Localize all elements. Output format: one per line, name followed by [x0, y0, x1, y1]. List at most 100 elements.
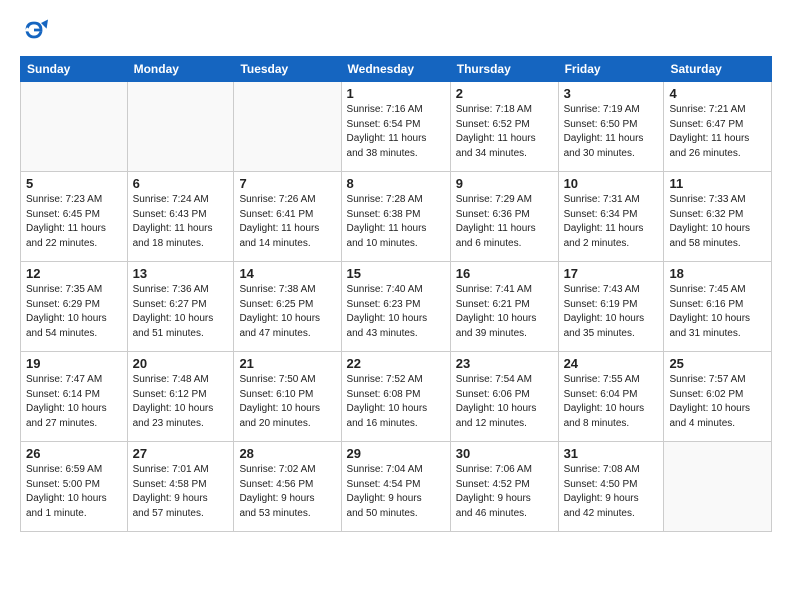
calendar-cell: 21 Sunrise: 7:50 AM Sunset: 6:10 PM Dayli… [234, 352, 341, 442]
calendar-cell: 14 Sunrise: 7:38 AM Sunset: 6:25 PM Dayli… [234, 262, 341, 352]
day-info: Sunrise: 7:54 AM Sunset: 6:06 PM Dayligh… [456, 373, 553, 431]
day-number: 27 [133, 446, 229, 461]
calendar-table: SundayMondayTuesdayWednesdayThursdayFrid… [20, 56, 772, 532]
day-info: Sunrise: 7:18 AM Sunset: 6:52 PM Dayligh… [456, 103, 553, 161]
calendar-cell: 5Sunrise: 7:23 AM Sunset: 6:45 PM Daylig… [21, 172, 128, 262]
calendar-cell: 27 Sunrise: 7:01 AM Sunset: 4:58 PM Dayli… [127, 442, 234, 532]
calendar-cell: 13 Sunrise: 7:36 AM Sunset: 6:27 PM Dayli… [127, 262, 234, 352]
day-info: Sunrise: 7:06 AM Sunset: 4:52 PM Dayligh… [456, 463, 553, 521]
calendar-cell: 16 Sunrise: 7:41 AM Sunset: 6:21 PM Dayli… [450, 262, 558, 352]
day-info: Sunrise: 7:28 AM Sunset: 6:38 PM Dayligh… [347, 193, 445, 251]
weekday-header-friday: Friday [558, 57, 664, 82]
calendar-cell [21, 82, 128, 172]
day-number: 17 [564, 266, 659, 281]
calendar-cell: 26Sunrise: 6:59 AM Sunset: 5:00 PM Dayli… [21, 442, 128, 532]
day-info: Sunrise: 7:24 AM Sunset: 6:43 PM Dayligh… [133, 193, 229, 251]
calendar-cell [234, 82, 341, 172]
calendar-cell [664, 442, 772, 532]
calendar-cell: 1 Sunrise: 7:16 AM Sunset: 6:54 PM Daylig… [341, 82, 450, 172]
weekday-header-tuesday: Tuesday [234, 57, 341, 82]
week-row-3: 12Sunrise: 7:35 AM Sunset: 6:29 PM Dayli… [21, 262, 772, 352]
day-number: 28 [239, 446, 335, 461]
calendar-cell: 12Sunrise: 7:35 AM Sunset: 6:29 PM Dayli… [21, 262, 128, 352]
calendar-cell: 25Sunrise: 7:57 AM Sunset: 6:02 PM Dayli… [664, 352, 772, 442]
header [20, 16, 772, 44]
day-number: 7 [239, 176, 335, 191]
day-info: Sunrise: 7:29 AM Sunset: 6:36 PM Dayligh… [456, 193, 553, 251]
day-number: 20 [133, 356, 229, 371]
day-info: Sunrise: 7:19 AM Sunset: 6:50 PM Dayligh… [564, 103, 659, 161]
calendar-cell: 31 Sunrise: 7:08 AM Sunset: 4:50 PM Dayli… [558, 442, 664, 532]
day-number: 25 [669, 356, 766, 371]
day-number: 26 [26, 446, 122, 461]
calendar-cell: 10Sunrise: 7:31 AM Sunset: 6:34 PM Dayli… [558, 172, 664, 262]
day-info: Sunrise: 7:33 AM Sunset: 6:32 PM Dayligh… [669, 193, 766, 251]
day-info: Sunrise: 7:48 AM Sunset: 6:12 PM Dayligh… [133, 373, 229, 431]
logo [20, 16, 50, 44]
day-number: 31 [564, 446, 659, 461]
calendar-cell: 30Sunrise: 7:06 AM Sunset: 4:52 PM Dayli… [450, 442, 558, 532]
day-info: Sunrise: 7:26 AM Sunset: 6:41 PM Dayligh… [239, 193, 335, 251]
day-info: Sunrise: 7:08 AM Sunset: 4:50 PM Dayligh… [564, 463, 659, 521]
day-number: 4 [669, 86, 766, 101]
day-number: 22 [347, 356, 445, 371]
day-number: 1 [347, 86, 445, 101]
day-info: Sunrise: 7:38 AM Sunset: 6:25 PM Dayligh… [239, 283, 335, 341]
day-info: Sunrise: 7:47 AM Sunset: 6:14 PM Dayligh… [26, 373, 122, 431]
weekday-header-monday: Monday [127, 57, 234, 82]
day-info: Sunrise: 7:50 AM Sunset: 6:10 PM Dayligh… [239, 373, 335, 431]
calendar-cell [127, 82, 234, 172]
day-info: Sunrise: 7:04 AM Sunset: 4:54 PM Dayligh… [347, 463, 445, 521]
calendar-cell: 9 Sunrise: 7:29 AM Sunset: 6:36 PM Daylig… [450, 172, 558, 262]
day-info: Sunrise: 7:35 AM Sunset: 6:29 PM Dayligh… [26, 283, 122, 341]
weekday-header-wednesday: Wednesday [341, 57, 450, 82]
day-number: 29 [347, 446, 445, 461]
day-number: 13 [133, 266, 229, 281]
day-info: Sunrise: 7:40 AM Sunset: 6:23 PM Dayligh… [347, 283, 445, 341]
day-number: 11 [669, 176, 766, 191]
day-info: Sunrise: 7:01 AM Sunset: 4:58 PM Dayligh… [133, 463, 229, 521]
weekday-header-thursday: Thursday [450, 57, 558, 82]
day-info: Sunrise: 7:55 AM Sunset: 6:04 PM Dayligh… [564, 373, 659, 431]
calendar-cell: 19Sunrise: 7:47 AM Sunset: 6:14 PM Dayli… [21, 352, 128, 442]
calendar-cell: 11 Sunrise: 7:33 AM Sunset: 6:32 PM Dayli… [664, 172, 772, 262]
calendar-cell: 17 Sunrise: 7:43 AM Sunset: 6:19 PM Dayli… [558, 262, 664, 352]
day-info: Sunrise: 7:45 AM Sunset: 6:16 PM Dayligh… [669, 283, 766, 341]
day-info: Sunrise: 7:43 AM Sunset: 6:19 PM Dayligh… [564, 283, 659, 341]
day-info: Sunrise: 7:16 AM Sunset: 6:54 PM Dayligh… [347, 103, 445, 161]
day-number: 14 [239, 266, 335, 281]
weekday-header-sunday: Sunday [21, 57, 128, 82]
calendar-cell: 29 Sunrise: 7:04 AM Sunset: 4:54 PM Dayli… [341, 442, 450, 532]
day-number: 24 [564, 356, 659, 371]
day-number: 15 [347, 266, 445, 281]
day-info: Sunrise: 7:52 AM Sunset: 6:08 PM Dayligh… [347, 373, 445, 431]
calendar-cell: 15 Sunrise: 7:40 AM Sunset: 6:23 PM Dayli… [341, 262, 450, 352]
week-row-1: 1 Sunrise: 7:16 AM Sunset: 6:54 PM Daylig… [21, 82, 772, 172]
day-info: Sunrise: 7:41 AM Sunset: 6:21 PM Dayligh… [456, 283, 553, 341]
weekday-header-row: SundayMondayTuesdayWednesdayThursdayFrid… [21, 57, 772, 82]
day-number: 8 [347, 176, 445, 191]
day-number: 21 [239, 356, 335, 371]
calendar-cell: 24 Sunrise: 7:55 AM Sunset: 6:04 PM Dayli… [558, 352, 664, 442]
calendar-cell: 28 Sunrise: 7:02 AM Sunset: 4:56 PM Dayli… [234, 442, 341, 532]
general-blue-icon [20, 16, 48, 44]
day-number: 9 [456, 176, 553, 191]
page: SundayMondayTuesdayWednesdayThursdayFrid… [0, 0, 792, 548]
calendar-cell: 7 Sunrise: 7:26 AM Sunset: 6:41 PM Daylig… [234, 172, 341, 262]
calendar-cell: 6Sunrise: 7:24 AM Sunset: 6:43 PM Daylig… [127, 172, 234, 262]
calendar-cell: 2 Sunrise: 7:18 AM Sunset: 6:52 PM Daylig… [450, 82, 558, 172]
day-info: Sunrise: 7:21 AM Sunset: 6:47 PM Dayligh… [669, 103, 766, 161]
day-info: Sunrise: 7:36 AM Sunset: 6:27 PM Dayligh… [133, 283, 229, 341]
weekday-header-saturday: Saturday [664, 57, 772, 82]
day-number: 16 [456, 266, 553, 281]
week-row-2: 5Sunrise: 7:23 AM Sunset: 6:45 PM Daylig… [21, 172, 772, 262]
day-info: Sunrise: 7:23 AM Sunset: 6:45 PM Dayligh… [26, 193, 122, 251]
week-row-5: 26Sunrise: 6:59 AM Sunset: 5:00 PM Dayli… [21, 442, 772, 532]
calendar-cell: 4 Sunrise: 7:21 AM Sunset: 6:47 PM Daylig… [664, 82, 772, 172]
calendar-cell: 22 Sunrise: 7:52 AM Sunset: 6:08 PM Dayli… [341, 352, 450, 442]
day-number: 10 [564, 176, 659, 191]
day-number: 18 [669, 266, 766, 281]
day-info: Sunrise: 7:02 AM Sunset: 4:56 PM Dayligh… [239, 463, 335, 521]
day-number: 2 [456, 86, 553, 101]
calendar-cell: 20 Sunrise: 7:48 AM Sunset: 6:12 PM Dayli… [127, 352, 234, 442]
